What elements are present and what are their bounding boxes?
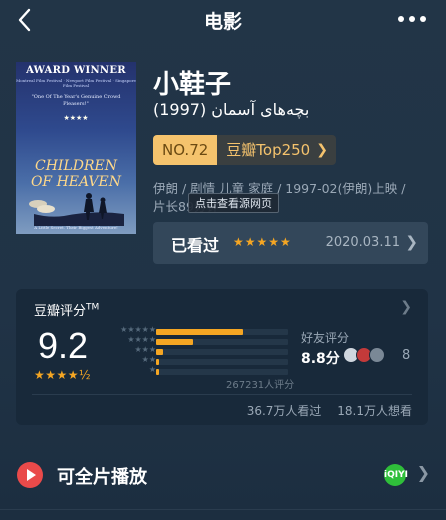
distribution-stars: ★★★★★	[120, 325, 156, 334]
more-dots-icon[interactable]	[398, 16, 426, 24]
source-tooltip[interactable]: 点击查看源网页	[188, 193, 279, 213]
movie-original-title: بچه‌های آسمان (1997)	[153, 100, 310, 119]
rank-list-name: 豆瓣Top250 ❯	[217, 135, 336, 165]
chevron-right-icon: ❯	[405, 233, 418, 251]
distribution-track	[156, 329, 288, 335]
rating-stars: ★★★★½	[34, 368, 92, 382]
watched-label: 已看过	[171, 236, 220, 255]
rating-distribution-row: ★★	[106, 355, 306, 367]
divider	[32, 394, 412, 395]
poster-quote: "One Of The Year's Genuine Crowd Pleaser…	[31, 94, 121, 107]
friend-avatars[interactable]	[343, 347, 385, 363]
distribution-stars: ★★★	[134, 345, 156, 354]
chevron-right-icon: ❯	[416, 463, 430, 482]
nav-bar: 电影	[0, 0, 446, 40]
distribution-bar	[156, 349, 163, 355]
distribution-bar	[156, 369, 159, 375]
iqiyi-icon: iQIYI	[384, 464, 408, 486]
avatar	[369, 347, 385, 363]
rating-card-title: 豆瓣评分TM	[34, 302, 100, 319]
distribution-stars: ★★	[141, 355, 156, 364]
friend-rating-label: 好友评分	[301, 331, 350, 345]
chevron-right-icon: ❯	[400, 299, 412, 315]
friend-rating-score: 8.8分	[301, 351, 340, 367]
poster-title: CHILDREN OF HEAVEN	[30, 158, 122, 190]
divider	[0, 509, 446, 510]
distribution-track	[156, 349, 288, 355]
poster-tagline: A Little Secret. Their Biggest Adventure…	[34, 225, 118, 230]
movie-poster[interactable]: AWARD WINNER Montreal Film Festival · Ne…	[16, 62, 136, 234]
poster-award: AWARD WINNER	[26, 65, 126, 76]
watched-date: 2020.03.11	[325, 235, 400, 250]
want-count: 18.1万人想看	[337, 404, 412, 418]
movie-title: 小鞋子	[153, 70, 232, 100]
rank-number: NO.72	[153, 135, 218, 165]
watch-stats: 36.7万人看过 18.1万人想看	[235, 402, 412, 419]
watched-status-button[interactable]: 已看过 ★★★★★ 2020.03.11 ❯	[153, 222, 428, 264]
top250-rank-badge[interactable]: NO.72 豆瓣Top250 ❯	[153, 135, 336, 165]
distribution-track	[156, 359, 288, 365]
play-label: 可全片播放	[57, 467, 147, 488]
play-icon	[17, 462, 43, 488]
distribution-stars: ★	[148, 365, 156, 374]
distribution-track	[156, 339, 288, 345]
poster-festivals: Montreal Film Festival · Newport Film Fe…	[16, 78, 136, 88]
distribution-track	[156, 369, 288, 375]
my-rating-stars: ★★★★★	[233, 235, 292, 249]
distribution-bar	[156, 359, 159, 365]
poster-shoes	[29, 200, 55, 213]
watched-count: 36.7万人看过	[246, 404, 322, 418]
page-title: 电影	[203, 11, 242, 33]
chevron-right-icon: ❯	[316, 142, 328, 158]
rating-count: 267231人评分	[226, 380, 295, 391]
play-full-movie-row[interactable]: 可全片播放 iQIYI ❯	[0, 448, 446, 498]
distribution-stars: ★★★★	[127, 335, 156, 344]
douban-rating-card[interactable]: 豆瓣评分TM ❯ 9.2 ★★★★½ ★★★★★ ★★★★ ★★★ ★★ ★ 26723…	[16, 289, 428, 425]
distribution-bar	[156, 329, 243, 335]
poster-stars: ★★★★	[63, 114, 89, 122]
distribution-bar	[156, 339, 193, 345]
friend-count: 8	[402, 348, 411, 363]
rating-score: 9.2	[38, 325, 89, 366]
rating-distribution-row: ★★★	[106, 345, 306, 357]
